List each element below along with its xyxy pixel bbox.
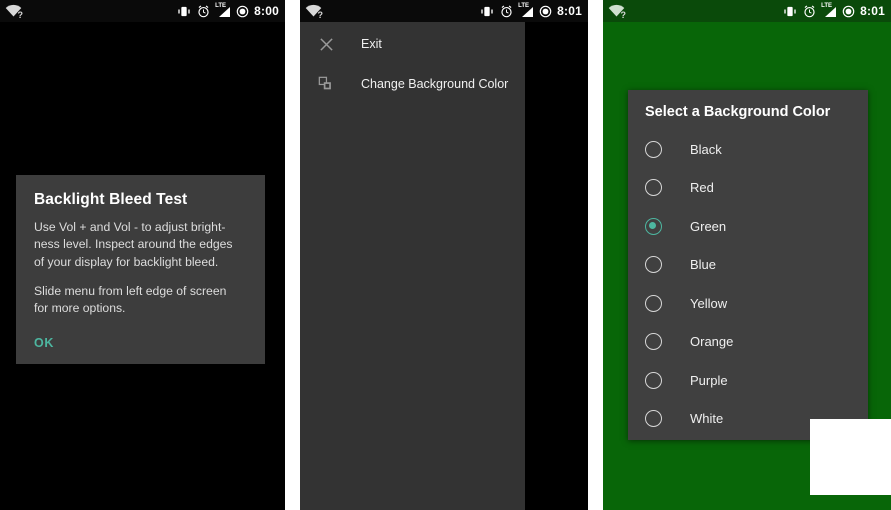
radio-button-icon[interactable] [645,217,662,235]
status-bar-drawer: ? LTE 8:01 [300,0,588,22]
status-bar-clock: 8:01 [860,4,885,18]
vibrate-icon [176,5,192,18]
panel-gutter-right [588,0,603,510]
ok-button[interactable]: OK [34,334,58,352]
alarm-clock-icon [197,5,210,18]
color-option-label: Blue [690,257,717,273]
menu-item-exit[interactable]: Exit [300,24,525,64]
panel-gutter-left [285,0,300,510]
vibrate-icon [782,5,798,18]
wifi-badge-label: ? [620,10,627,20]
status-bar-icons-main: LTE 8:00 [176,3,279,18]
background-color-dialog: Select a Background Color Black Red Green B… [628,90,868,440]
dialog-paragraph-1: Use Vol + and Vol - to adjust bright- ne… [34,220,233,269]
dialog-title: Select a Background Color [645,104,831,120]
color-option-label: Red [690,180,714,196]
alarm-clock-icon [803,5,816,18]
radio-button-icon[interactable] [645,179,662,197]
alarm-clock-icon [500,5,513,18]
signal-bars-icon: LTE [821,3,837,18]
color-option-label: Orange [690,334,734,350]
white-overlay-patch [810,419,891,495]
status-bar-icons-drawer: LTE 8:01 [479,3,582,18]
navigation-drawer: Exit Change Background Color [300,22,525,510]
network-type-label: LTE [821,3,833,9]
network-type-label: LTE [518,3,530,9]
color-option-label: Yellow [690,295,728,311]
radio-button-icon[interactable] [645,410,662,428]
battery-icon [539,5,552,18]
radio-button-icon[interactable] [645,140,662,158]
color-option-orange[interactable]: Orange [628,323,868,362]
close-x-icon [314,32,338,56]
color-option-blue[interactable]: Blue [628,246,868,285]
color-option-black[interactable]: Black [628,130,868,169]
network-type-label: LTE [215,3,227,9]
radio-button-icon[interactable] [645,256,662,274]
radio-button-icon[interactable] [645,294,662,312]
signal-bars-icon: LTE [215,3,231,18]
color-option-label: Purple [690,372,728,388]
wifi-badge-label: ? [17,10,24,20]
dialog-title: Backlight Bleed Test [34,191,188,208]
color-option-list: Black Red Green Blue Yellow Orange Purple White [628,130,868,438]
backlight-bleed-dialog: Backlight Bleed Test Use Vol + and Vol -… [16,175,265,364]
status-bar-clock: 8:01 [557,4,582,18]
color-option-yellow[interactable]: Yellow [628,284,868,323]
radio-button-icon[interactable] [645,371,662,389]
color-option-label: White [690,411,724,427]
status-bar-color-picker: ? LTE 8:01 [603,0,891,22]
radio-button-icon[interactable] [645,333,662,351]
phone-screen-drawer: ? LTE 8:01 Exit Change Background Color [300,0,588,510]
layers-icon [314,72,338,96]
color-option-label: Green [690,218,727,234]
status-bar-main: ? LTE 8:00 [0,0,285,22]
color-option-green[interactable]: Green [628,207,868,246]
status-bar-icons-color-picker: LTE 8:01 [782,3,885,18]
battery-icon [842,5,855,18]
screenshot-root: ? LTE 8:00 Backlight Bleed Test Use Vol … [0,0,891,510]
menu-item-label: Exit [361,37,382,51]
color-option-purple[interactable]: Purple [628,361,868,400]
phone-screen-main: ? LTE 8:00 Backlight Bleed Test Use Vol … [0,0,285,510]
battery-icon [236,5,249,18]
menu-item-change-background-color[interactable]: Change Background Color [300,64,525,104]
vibrate-icon [479,5,495,18]
wifi-question-icon: ? [608,4,627,20]
color-option-label: Black [690,141,722,157]
status-bar-clock: 8:00 [254,4,279,18]
dialog-paragraph-2: Slide menu from left edge of screen for … [34,283,227,316]
wifi-question-icon: ? [5,4,24,20]
dialog-actions: OK [34,334,247,352]
wifi-question-icon: ? [305,4,324,20]
color-option-red[interactable]: Red [628,169,868,208]
menu-item-label: Change Background Color [361,77,509,91]
signal-bars-icon: LTE [518,3,534,18]
wifi-badge-label: ? [317,10,324,20]
